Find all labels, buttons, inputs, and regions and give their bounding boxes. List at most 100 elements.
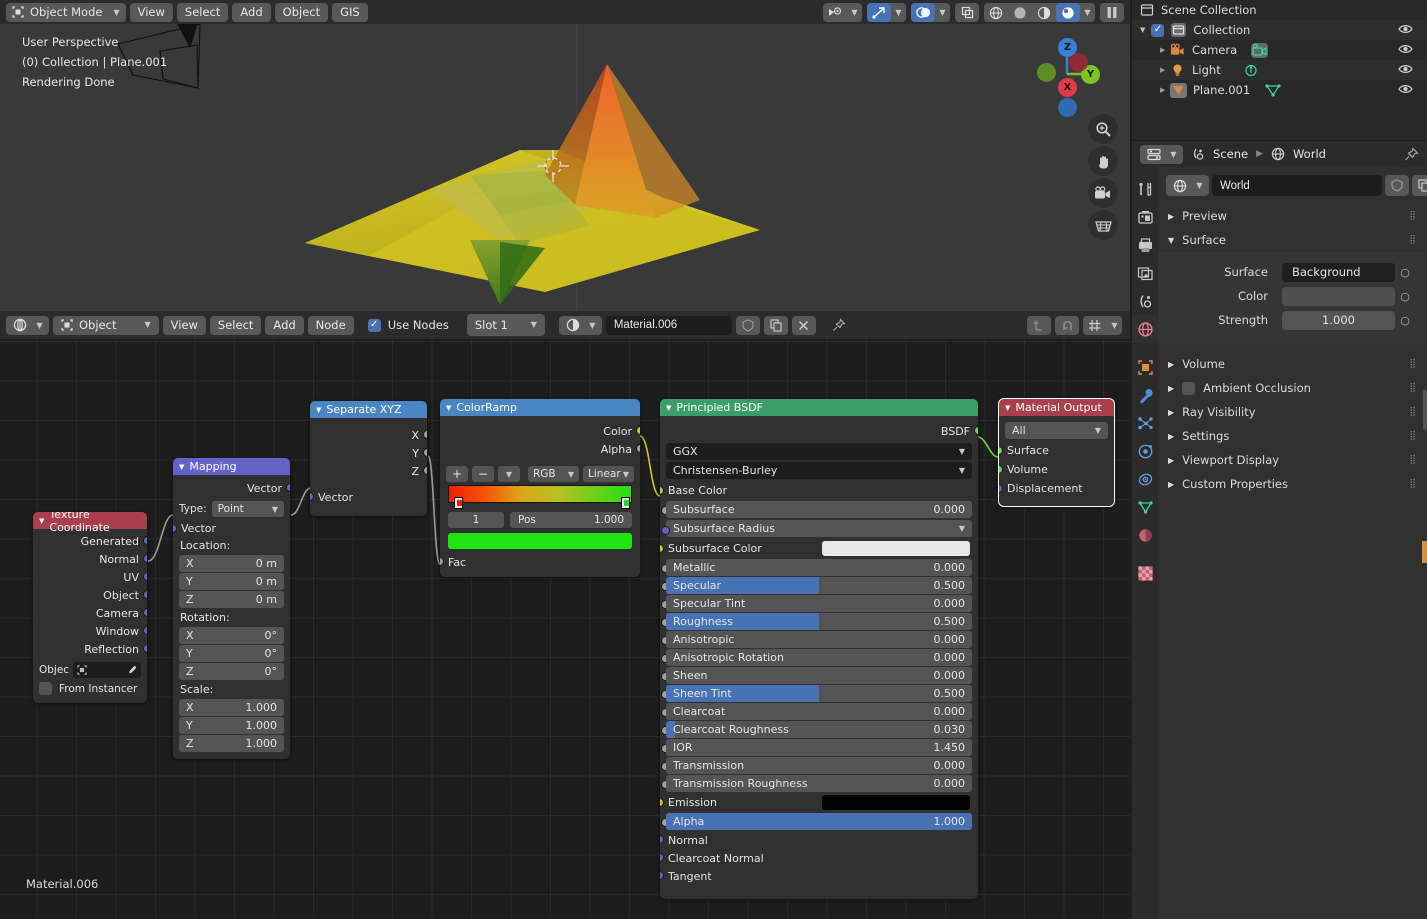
disclosure-triangle-icon[interactable]: ▶	[1160, 66, 1165, 74]
viewport-menu-gis[interactable]: GIS	[332, 2, 368, 22]
node-header[interactable]: ▼ Principled BSDF	[660, 399, 978, 416]
eye-icon[interactable]	[1398, 23, 1413, 35]
tab-texture[interactable]	[1132, 559, 1158, 587]
collapse-icon[interactable]: ▼	[39, 517, 44, 525]
input-socket[interactable]	[660, 853, 664, 862]
socket-row[interactable]: Y	[310, 444, 427, 462]
unlink-material-button[interactable]	[791, 315, 816, 335]
surface-dropdown[interactable]: Background ○	[1282, 262, 1410, 282]
disclosure-triangle-icon[interactable]: ▶	[1168, 432, 1174, 441]
shading-control[interactable]: ▼	[984, 3, 1095, 22]
eye-icon[interactable]	[1398, 83, 1413, 95]
stop-index-field[interactable]: 1	[448, 512, 504, 528]
copy-world-button[interactable]	[1412, 175, 1427, 196]
sheen-tint-slider[interactable]: Sheen Tint 0.500	[666, 685, 972, 702]
distribution-dropdown[interactable]: GGX ▼	[666, 443, 972, 460]
tab-output[interactable]	[1132, 231, 1158, 259]
properties-content[interactable]: ▼ World ▶ Preview ⣿ ▼ Surface ⣿ Surface …	[1158, 167, 1427, 919]
output-socket[interactable]	[143, 554, 147, 563]
shader-menu-add[interactable]: Add	[265, 315, 304, 335]
output-socket[interactable]	[974, 426, 978, 435]
overlay-control[interactable]: ▼	[911, 3, 950, 22]
socket-row[interactable]: BSDF	[660, 421, 978, 441]
input-socket[interactable]	[660, 544, 664, 553]
eye-icon[interactable]	[1398, 43, 1413, 55]
output-socket[interactable]	[636, 444, 640, 453]
add-stop-button[interactable]: +	[446, 466, 468, 482]
section-ray-visibility[interactable]: ▶ Ray Visibility ⣿	[1158, 400, 1427, 424]
gizmo-control[interactable]: ▼	[867, 3, 906, 22]
node-header[interactable]: ▼ Material Output	[999, 399, 1114, 416]
scale-y[interactable]: Y 1.000	[179, 717, 284, 734]
location-y[interactable]: Y0 m	[179, 573, 284, 590]
base-color-row[interactable]: Base Color	[660, 481, 978, 500]
anisotropic-rotation-slider[interactable]: Anisotropic Rotation 0.000	[666, 649, 972, 666]
gradient-stop-right[interactable]	[621, 497, 630, 509]
eye-icon[interactable]	[1398, 63, 1413, 75]
collapse-icon[interactable]: ▼	[316, 406, 321, 414]
gradient-strip[interactable]	[448, 485, 632, 509]
gizmo-axis-neg-x[interactable]	[1069, 53, 1088, 72]
collapse-icon[interactable]: ▼	[1005, 404, 1010, 412]
chevron-down-icon[interactable]: ▼	[1192, 175, 1207, 196]
tab-particles[interactable]	[1132, 409, 1158, 437]
outliner-scene-collection[interactable]: Scene Collection	[1132, 0, 1427, 20]
chevron-down-icon[interactable]: ▼	[1080, 3, 1095, 22]
viewport-3d[interactable]: Object Mode ▼ View Select Add Object GIS…	[0, 0, 1130, 311]
rotation-y[interactable]: Y 0°	[179, 645, 284, 662]
input-socket[interactable]	[660, 835, 664, 844]
output-socket[interactable]	[143, 644, 147, 653]
node-header[interactable]: ▼ Mapping	[173, 458, 290, 475]
socket-row[interactable]: Vector	[173, 478, 290, 498]
mode-selector[interactable]: Object Mode ▼	[6, 2, 126, 22]
rotation-z[interactable]: Z 0°	[179, 663, 284, 680]
disclosure-triangle-icon[interactable]: ▼	[1140, 26, 1145, 34]
roughness-row[interactable]: Roughness 0.500	[660, 613, 978, 630]
strength-field[interactable]: Strength 1.000 ○	[1170, 310, 1415, 330]
sheen-tint-row[interactable]: Sheen Tint 0.500	[660, 685, 978, 702]
from-instancer-row[interactable]: From Instancer	[33, 680, 147, 697]
input-socket[interactable]	[660, 871, 664, 880]
outliner[interactable]: Scene Collection ▼ ✓ Collection ▶ Camera…	[1132, 0, 1427, 140]
editor-type-selector[interactable]: ▼	[6, 315, 49, 335]
ior-row[interactable]: IOR 1.450	[660, 739, 978, 756]
tab-physics[interactable]	[1132, 437, 1158, 465]
ortho-tool-button[interactable]	[1088, 210, 1118, 240]
wireframe-shading-icon[interactable]	[984, 3, 1008, 22]
output-socket[interactable]	[143, 626, 147, 635]
scrollbar-marker[interactable]	[1422, 541, 1427, 563]
scale-z[interactable]: Z 1.000	[179, 735, 284, 752]
socket-row[interactable]: Generated	[33, 532, 147, 550]
socket-row[interactable]: Fac	[440, 553, 640, 571]
socket-row[interactable]: Vector	[173, 520, 290, 537]
subsurface-row[interactable]: Subsurface 0.000	[660, 501, 978, 518]
chevron-down-icon[interactable]: ▼	[585, 316, 600, 335]
output-socket[interactable]	[423, 466, 427, 475]
node-separate-xyz[interactable]: ▼ Separate XYZ X Y Z Vector	[310, 401, 427, 516]
emission-row[interactable]: Emission	[660, 793, 978, 812]
snap-magnet-button[interactable]	[1055, 315, 1079, 335]
anisotropic-slider[interactable]: Anisotropic 0.000	[666, 631, 972, 648]
transmission-roughness-slider[interactable]: Transmission Roughness 0.000	[666, 775, 972, 792]
xray-icon[interactable]	[955, 3, 979, 22]
zoom-tool-button[interactable]	[1088, 114, 1118, 144]
color-field[interactable]: Color ○	[1170, 286, 1415, 306]
rendered-shading-icon[interactable]	[1056, 3, 1080, 22]
input-socket[interactable]	[173, 524, 177, 533]
location-z[interactable]: Z0 m	[179, 591, 284, 608]
pin-icon[interactable]	[1404, 146, 1419, 162]
input-socket[interactable]	[660, 486, 664, 495]
input-socket[interactable]	[999, 484, 1003, 493]
socket-row[interactable]: Alpha	[440, 440, 640, 458]
socket-row[interactable]: Normal	[33, 550, 147, 568]
transmission-slider[interactable]: Transmission 0.000	[666, 757, 972, 774]
disclosure-triangle-icon[interactable]: ▶	[1168, 456, 1174, 465]
copy-material-button[interactable]	[763, 315, 788, 335]
ior-field[interactable]: IOR 1.450	[666, 739, 972, 756]
tab-scene[interactable]	[1132, 287, 1158, 315]
gradient-bar[interactable]	[448, 485, 632, 503]
overlays-icon[interactable]	[911, 3, 935, 22]
input-socket[interactable]	[661, 526, 670, 535]
disclosure-triangle-icon[interactable]: ▶	[1168, 360, 1174, 369]
animate-dot-icon[interactable]: ○	[1398, 314, 1412, 327]
